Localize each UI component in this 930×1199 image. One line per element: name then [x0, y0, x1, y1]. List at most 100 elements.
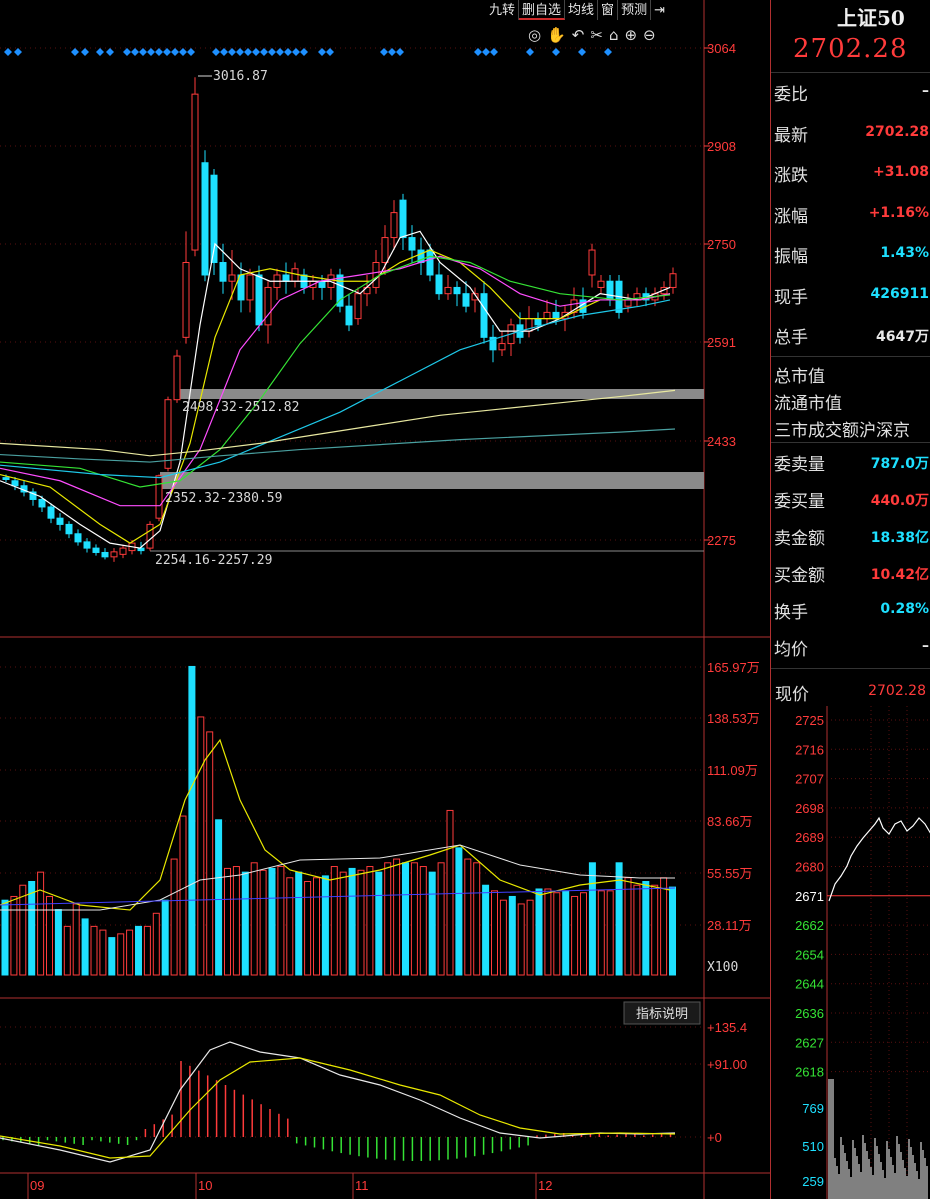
candle-down	[255, 274, 263, 326]
candle-up	[191, 93, 199, 251]
signal-marker	[284, 48, 292, 56]
volume-bar-down	[482, 884, 490, 976]
volume-bar-up	[232, 866, 240, 976]
volume-bar-up	[446, 809, 454, 976]
intraday-mini-chart[interactable]: 2725 2716 2707 2698 2689 2680 2671 2662 2654 2644…	[771, 706, 930, 1199]
macd-axis-label: +0	[707, 1130, 722, 1145]
candle-up	[354, 293, 362, 320]
volume-bar-up	[126, 929, 134, 976]
moving-average-button[interactable]: 均线	[565, 0, 599, 20]
signal-marker	[71, 48, 79, 56]
volume-bar-up	[19, 884, 27, 976]
stat-label: 买金额	[774, 566, 825, 586]
candle-up	[182, 262, 190, 338]
gap-band	[177, 389, 704, 399]
volume-bar-down	[161, 899, 169, 976]
market-value-label: 流通市值	[774, 394, 842, 414]
undo-icon[interactable]: ↶	[572, 26, 591, 44]
volume-bar-up	[544, 888, 552, 976]
collapse-panel-icon[interactable]: ⇥	[651, 0, 668, 20]
zoom-in-icon[interactable]: ⊕	[624, 26, 643, 44]
candle-down	[47, 506, 55, 519]
candle-up	[597, 280, 605, 288]
volume-bar-up	[517, 903, 525, 976]
candle-down	[426, 249, 434, 276]
eye-icon[interactable]: ◎	[528, 26, 547, 44]
volume-axis-label: 55.55万	[707, 866, 753, 881]
signal-marker	[578, 48, 586, 56]
candle-down	[462, 293, 470, 307]
signal-marker	[171, 48, 179, 56]
lock-icon[interactable]: ⌂	[609, 26, 625, 44]
mini-price-label: 2662	[795, 918, 824, 933]
volume-bar-up	[633, 884, 641, 976]
candle-up	[119, 547, 127, 555]
signal-marker	[380, 48, 388, 56]
volume-bar-up	[491, 890, 498, 976]
stat-label: 委卖量	[774, 455, 825, 475]
volume-unit-label: X100	[707, 960, 738, 975]
candle-up	[246, 274, 254, 301]
volume-bar-up	[526, 899, 534, 976]
stat-label: 最新	[774, 125, 808, 146]
candle-down	[11, 480, 19, 487]
gap-label: 2498.32-2512.82	[182, 400, 299, 415]
signal-marker	[552, 48, 560, 56]
stat-label: 卖金额	[774, 529, 825, 549]
volume-bar-down	[348, 867, 356, 976]
volume-bar-up	[250, 862, 258, 976]
market-value-label: 三市成交额沪深京	[774, 421, 910, 441]
volume-bar-down	[642, 881, 650, 976]
ma250-line	[0, 428, 676, 463]
price-axis-label: 2591	[707, 335, 736, 350]
ma20-line	[0, 255, 671, 507]
hand-icon[interactable]: ✋	[547, 26, 572, 44]
mini-price-label: 2618	[795, 1065, 824, 1080]
volume-bar-up	[286, 877, 294, 976]
volume-bar-up	[473, 862, 481, 976]
zoom-out-icon[interactable]: ⊖	[643, 26, 662, 44]
signal-marker	[318, 48, 326, 56]
candle-up	[624, 299, 632, 307]
volume-bar-up	[10, 895, 18, 976]
volume-bar-down	[669, 886, 676, 976]
signal-marker	[155, 48, 163, 56]
signal-marker	[81, 48, 89, 56]
volume-bar-up	[366, 866, 374, 976]
volume-bar-up	[464, 858, 472, 976]
stat-value: 0.28%	[880, 601, 929, 617]
signal-marker	[326, 48, 334, 56]
signal-marker	[14, 48, 22, 56]
remove-favorite-button[interactable]: 删自选	[519, 0, 566, 20]
stat-value: 18.38亿	[870, 530, 929, 546]
mini-price-label: 2689	[795, 830, 824, 845]
forecast-button[interactable]: 预测	[618, 0, 652, 20]
volume-bar-up	[63, 925, 71, 976]
stat-value: –	[922, 638, 929, 654]
candle-down	[38, 498, 46, 508]
ma120-line	[0, 389, 676, 457]
price-axis-label: 3064	[707, 41, 736, 56]
volume-bar-up	[437, 862, 445, 976]
volume-bar-up	[152, 912, 160, 976]
mini-price-label: 2725	[795, 713, 824, 728]
window-button[interactable]: 窗	[598, 0, 619, 20]
indicator-help-button[interactable]: 指标说明	[623, 1001, 701, 1025]
volume-bar-up	[357, 869, 365, 976]
signal-marker	[276, 48, 284, 56]
nine-turn-button[interactable]: 九转	[486, 0, 520, 20]
macd-axis-label: +91.00	[707, 1057, 747, 1072]
price-axis-label: 2750	[707, 237, 736, 252]
main-chart[interactable]: 3064 2908 2750 2591 2433 2275 165.97万 138.53万 11…	[0, 0, 770, 1199]
signal-marker	[179, 48, 187, 56]
stat-value: –	[922, 83, 929, 99]
scissors-icon[interactable]: ✂	[590, 26, 609, 44]
mini-price-label: 2671	[795, 889, 824, 904]
volume-bar-down	[135, 925, 142, 976]
chart-tool-icons: ◎✋↶✂⌂⊕⊖	[528, 26, 662, 44]
price-axis-label: 2275	[707, 533, 736, 548]
signal-marker	[526, 48, 534, 56]
candle-down	[480, 293, 488, 338]
volume-bar-up	[46, 895, 53, 976]
candle-down	[435, 274, 443, 295]
